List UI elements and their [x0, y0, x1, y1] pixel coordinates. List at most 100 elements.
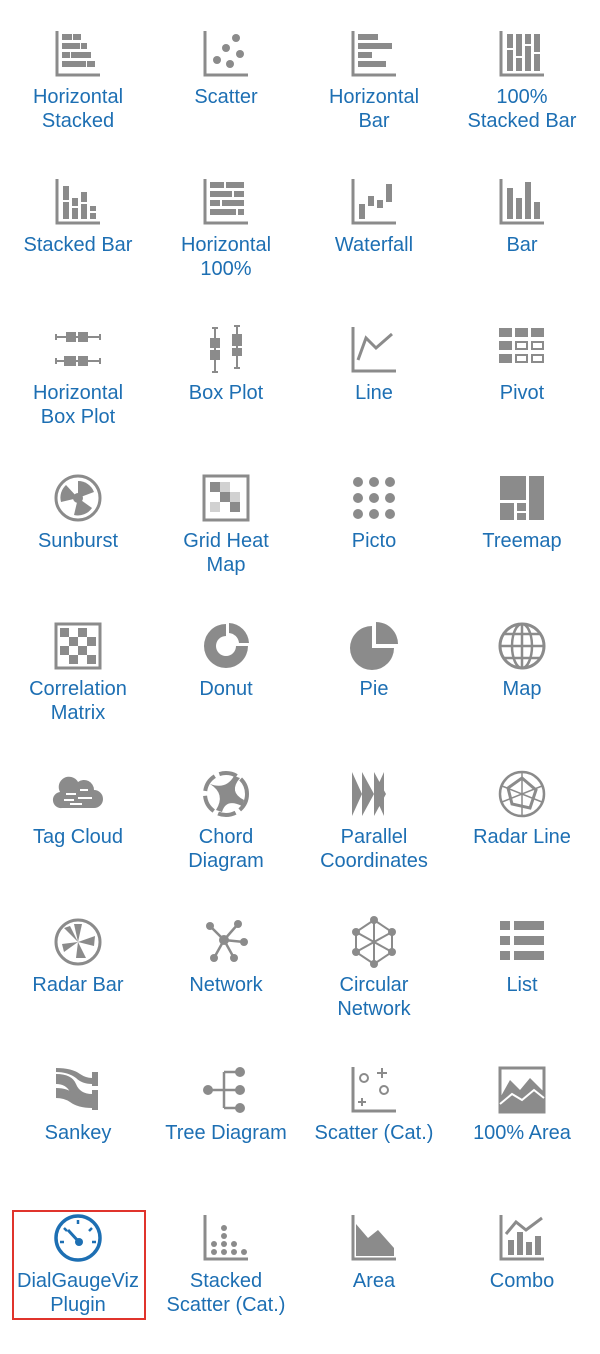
network-icon: [200, 916, 252, 968]
viz-option-network[interactable]: Network: [152, 910, 300, 1058]
radar-bar-icon: [52, 916, 104, 968]
viz-option-label: 100% Area: [473, 1122, 571, 1144]
tree-diagram-icon: [200, 1064, 252, 1116]
viz-option-label: Stacked Bar: [23, 234, 133, 256]
viz-option-label: Pie: [359, 678, 389, 700]
viz-option-label: Pivot: [499, 382, 545, 404]
viz-option-label: Network: [189, 974, 263, 996]
viz-option-picto[interactable]: Picto: [300, 466, 448, 614]
viz-option-100-area[interactable]: 100% Area: [448, 1058, 596, 1206]
chord-diagram-icon: [200, 768, 252, 820]
viz-option-label: List: [506, 974, 538, 996]
viz-option-pie[interactable]: Pie: [300, 614, 448, 762]
horizontal-bar-icon: [348, 28, 400, 80]
viz-option-list[interactable]: List: [448, 910, 596, 1058]
viz-option-sankey[interactable]: Sankey: [4, 1058, 152, 1206]
viz-option-horizontal-box-plot[interactable]: Horizontal Box Plot: [4, 318, 152, 466]
viz-option-waterfall[interactable]: Waterfall: [300, 170, 448, 318]
viz-option-label: Area: [352, 1270, 396, 1292]
viz-option-treemap[interactable]: Treemap: [448, 466, 596, 614]
correlation-matrix-icon: [52, 620, 104, 672]
horizontal-box-plot-icon: [52, 324, 104, 376]
combo-icon: [496, 1212, 548, 1264]
viz-option-chord-diagram[interactable]: Chord Diagram: [152, 762, 300, 910]
grid-heat-map-icon: [200, 472, 252, 524]
viz-option-horizontal-stacked[interactable]: Horizontal Stacked: [4, 22, 152, 170]
viz-option-label: Scatter (Cat.): [314, 1122, 434, 1144]
stacked-scatter-cat-icon: [200, 1212, 252, 1264]
horizontal-stacked-icon: [52, 28, 104, 80]
viz-option-horizontal-bar[interactable]: Horizontal Bar: [300, 22, 448, 170]
treemap-icon: [496, 472, 548, 524]
viz-option-bar[interactable]: Bar: [448, 170, 596, 318]
viz-option-scatter-cat[interactable]: Scatter (Cat.): [300, 1058, 448, 1206]
viz-option-label: Circular Network: [337, 974, 411, 1020]
parallel-coordinates-icon: [348, 768, 400, 820]
viz-option-label: Sankey: [44, 1122, 112, 1144]
viz-option-map[interactable]: Map: [448, 614, 596, 762]
viz-option-label: Tree Diagram: [165, 1122, 287, 1144]
viz-option-label: Combo: [489, 1270, 555, 1292]
viz-option-radar-bar[interactable]: Radar Bar: [4, 910, 152, 1058]
viz-option-parallel-coordinates[interactable]: Parallel Coordinates: [300, 762, 448, 910]
radar-line-icon: [496, 768, 548, 820]
viz-option-label: Waterfall: [334, 234, 414, 256]
viz-option-stacked-scatter-cat[interactable]: Stacked Scatter (Cat.): [152, 1206, 300, 1354]
viz-option-label: Picto: [351, 530, 397, 552]
viz-option-label: Donut: [199, 678, 253, 700]
viz-option-grid-heat-map[interactable]: Grid Heat Map: [152, 466, 300, 614]
waterfall-icon: [348, 176, 400, 228]
viz-option-box-plot[interactable]: Box Plot: [152, 318, 300, 466]
globe-icon: [496, 620, 548, 672]
viz-option-label: Radar Line: [473, 826, 571, 848]
viz-option-correlation-matrix[interactable]: Correlation Matrix: [4, 614, 152, 762]
pie-icon: [348, 620, 400, 672]
horizontal-100-icon: [200, 176, 252, 228]
viz-option-label: Sunburst: [37, 530, 119, 552]
viz-option-donut[interactable]: Donut: [152, 614, 300, 762]
viz-option-radar-line[interactable]: Radar Line: [448, 762, 596, 910]
100-stacked-bar-icon: [496, 28, 548, 80]
viz-option-circular-network[interactable]: Circular Network: [300, 910, 448, 1058]
visualization-type-grid: Horizontal Stacked Scatter Horizontal Bar 1…: [4, 22, 596, 1354]
viz-option-dialgaugeviz-plugin[interactable]: DialGaugeViz Plugin: [4, 1206, 152, 1354]
viz-option-label: Horizontal Stacked: [32, 86, 124, 132]
viz-option-tag-cloud[interactable]: Tag Cloud: [4, 762, 152, 910]
viz-option-label: Bar: [506, 234, 538, 256]
donut-icon: [200, 620, 252, 672]
100-area-icon: [496, 1064, 548, 1116]
viz-option-horizontal-100[interactable]: Horizontal 100%: [152, 170, 300, 318]
scatter-icon: [200, 28, 252, 80]
viz-option-label: Parallel Coordinates: [320, 826, 428, 872]
viz-option-label: Radar Bar: [32, 974, 124, 996]
viz-option-label: Correlation Matrix: [29, 678, 127, 724]
line-icon: [348, 324, 400, 376]
viz-option-label: Stacked Scatter (Cat.): [166, 1270, 286, 1316]
sunburst-icon: [52, 472, 104, 524]
viz-option-label: Tag Cloud: [32, 826, 124, 848]
viz-option-label: Line: [355, 382, 393, 404]
viz-option-label: Chord Diagram: [188, 826, 264, 872]
viz-option-label: Box Plot: [188, 382, 264, 404]
viz-option-100-stacked-bar[interactable]: 100% Stacked Bar: [448, 22, 596, 170]
sankey-icon: [52, 1064, 104, 1116]
pivot-icon: [496, 324, 548, 376]
viz-option-area[interactable]: Area: [300, 1206, 448, 1354]
viz-option-label: Treemap: [482, 530, 562, 552]
viz-option-label: Grid Heat Map: [183, 530, 269, 576]
viz-option-line[interactable]: Line: [300, 318, 448, 466]
viz-option-tree-diagram[interactable]: Tree Diagram: [152, 1058, 300, 1206]
dial-gauge-icon: [52, 1212, 104, 1264]
viz-option-label: Horizontal Box Plot: [32, 382, 124, 428]
area-icon: [348, 1212, 400, 1264]
viz-option-scatter[interactable]: Scatter: [152, 22, 300, 170]
viz-option-stacked-bar[interactable]: Stacked Bar: [4, 170, 152, 318]
box-plot-icon: [200, 324, 252, 376]
viz-option-pivot[interactable]: Pivot: [448, 318, 596, 466]
viz-option-sunburst[interactable]: Sunburst: [4, 466, 152, 614]
stacked-bar-icon: [52, 176, 104, 228]
viz-option-label: Horizontal 100%: [180, 234, 272, 280]
viz-option-combo[interactable]: Combo: [448, 1206, 596, 1354]
viz-option-label: Map: [502, 678, 542, 700]
bar-icon: [496, 176, 548, 228]
